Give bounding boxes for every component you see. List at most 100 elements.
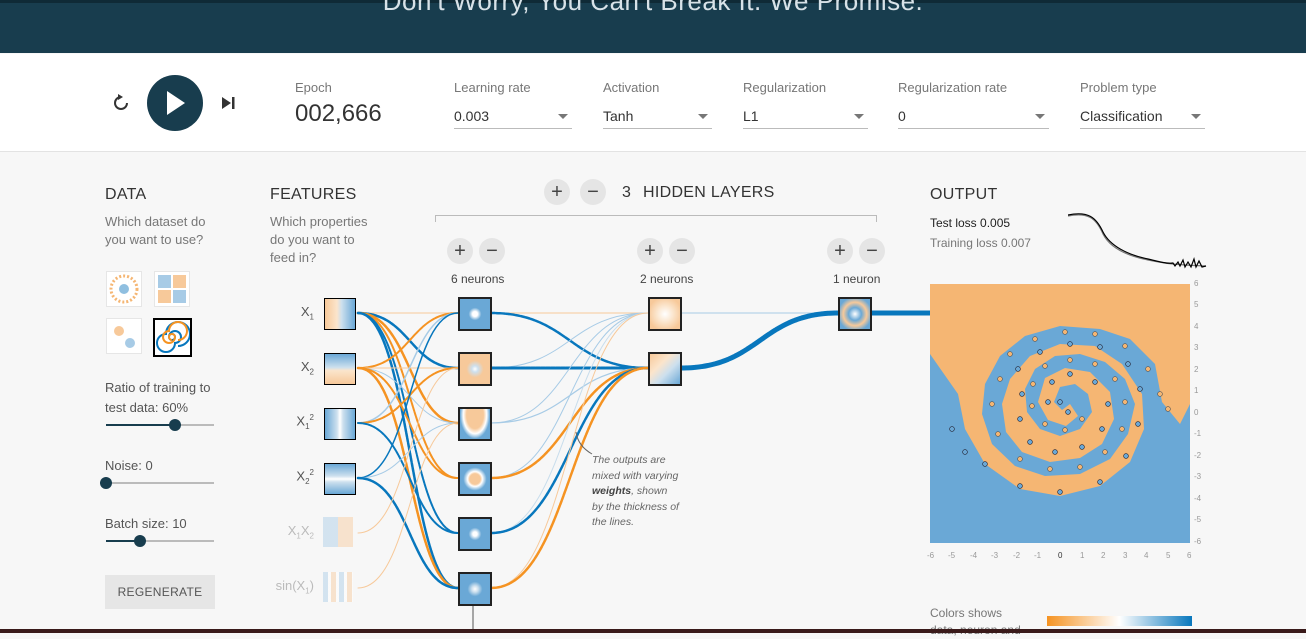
noise-knob[interactable]	[100, 477, 112, 489]
x-tick: -6	[927, 551, 935, 560]
data-question-line1: Which dataset do	[105, 214, 206, 229]
x-tick: 0	[1058, 551, 1063, 560]
y-tick: 2	[1194, 365, 1199, 374]
batch-knob[interactable]	[134, 535, 146, 547]
feature-x1[interactable]	[324, 298, 356, 330]
layer1-remove-neuron[interactable]: −	[479, 238, 505, 264]
feature-x1x2[interactable]	[323, 517, 353, 547]
play-button[interactable]	[147, 75, 203, 131]
data-question-line2: you want to use?	[105, 232, 204, 247]
batch-size-slider[interactable]	[106, 535, 214, 547]
chevron-down-icon	[854, 114, 864, 119]
x-tick: 1	[1080, 551, 1085, 560]
epoch-label: Epoch	[295, 80, 332, 95]
ratio-knob[interactable]	[169, 419, 181, 431]
neuron-1-4[interactable]	[458, 462, 492, 496]
output-y-axis: 6 5 4 3 2 1 0 -1 -2 -3 -4 -5 -6	[1194, 279, 1214, 549]
layer3-remove-neuron[interactable]: −	[859, 238, 885, 264]
neuron-1-5[interactable]	[458, 517, 492, 551]
problem-type-select[interactable]: Classification	[1080, 98, 1205, 129]
noise-slider[interactable]	[100, 477, 214, 489]
feature-x1-label: X1	[300, 304, 314, 322]
neuron-2-2[interactable]	[648, 352, 682, 386]
add-layer-button[interactable]: +	[544, 179, 570, 205]
neuron-1-2[interactable]	[458, 352, 492, 386]
feature-sin-x1[interactable]	[323, 572, 353, 602]
chevron-down-icon	[1035, 114, 1045, 119]
y-tick: 3	[1194, 343, 1199, 352]
neuron-1-6[interactable]	[458, 572, 492, 606]
y-tick: -2	[1194, 451, 1202, 460]
feature-x2[interactable]	[324, 353, 356, 385]
layer2-neuron-count: 2 neurons	[640, 272, 694, 286]
y-tick: -6	[1194, 537, 1202, 546]
note-pointer	[575, 431, 593, 455]
layer2-add-neuron[interactable]: +	[637, 238, 663, 264]
chevron-down-icon	[698, 114, 708, 119]
y-tick: -1	[1194, 429, 1202, 438]
neuron-3-1[interactable]	[838, 297, 872, 331]
dataset-xor[interactable]	[154, 271, 190, 307]
training-loss: Training loss 0.007	[930, 236, 1031, 250]
color-scale-bar	[1047, 616, 1192, 626]
x-tick: 2	[1101, 551, 1106, 560]
note-bold: weights	[592, 485, 632, 497]
reset-button[interactable]	[111, 93, 131, 118]
layer3-add-neuron[interactable]: +	[827, 238, 853, 264]
hidden-layers-count: 3	[622, 184, 632, 201]
header-tagline: Don't Worry, You Can't Break It. We Prom…	[382, 0, 924, 16]
note-line-2: mixed with varying	[592, 469, 679, 482]
neuron-2-1[interactable]	[648, 297, 682, 331]
regularization-rate-label: Regularization rate	[898, 80, 1008, 95]
ratio-slider[interactable]	[106, 419, 214, 431]
regularization-select[interactable]: L1	[743, 98, 868, 129]
neuron-1-3[interactable]	[458, 407, 492, 441]
x-tick: 4	[1144, 551, 1149, 560]
activation-label: Activation	[603, 80, 660, 95]
spiral-dataset-icon	[156, 321, 191, 353]
feature-x1-squared[interactable]	[324, 408, 356, 440]
neuron-1-1[interactable]	[458, 297, 492, 331]
x-tick: 5	[1166, 551, 1171, 560]
play-icon	[167, 91, 185, 115]
step-button[interactable]	[222, 96, 236, 115]
activation-value: Tanh	[603, 108, 634, 124]
regularization-rate-select[interactable]: 0	[898, 98, 1049, 129]
regenerate-button[interactable]: REGENERATE	[105, 575, 215, 609]
problem-type-value: Classification	[1080, 108, 1163, 124]
learning-rate-select[interactable]: 0.003	[454, 98, 572, 129]
colors-legend-line1: Colors shows	[930, 606, 1003, 620]
feature-sinx1-label: sin(X1)	[275, 578, 314, 596]
y-tick: 5	[1194, 300, 1199, 309]
dataset-gauss[interactable]	[106, 318, 142, 354]
remove-layer-button[interactable]: −	[580, 179, 606, 205]
data-title: DATA	[105, 186, 147, 203]
decision-boundary-plot	[930, 284, 1190, 496]
x-tick: -5	[948, 551, 956, 560]
reset-icon	[114, 94, 128, 110]
x-tick: -3	[991, 551, 999, 560]
test-loss: Test loss 0.005	[930, 216, 1010, 230]
dataset-circle[interactable]	[106, 271, 142, 307]
hidden-layers-title: HIDDEN LAYERS	[643, 184, 775, 201]
features-question-line3: feed in?	[270, 250, 317, 265]
regularization-rate-value: 0	[898, 108, 906, 124]
feature-x2-squared[interactable]	[324, 463, 356, 495]
layer1-add-neuron[interactable]: +	[447, 238, 473, 264]
test-loss-value: 0.005	[980, 216, 1011, 230]
ratio-fill	[106, 424, 174, 426]
x-tick: -1	[1034, 551, 1042, 560]
training-loss-label: Training loss	[930, 236, 998, 250]
output-x-axis: -6 -5 -4 -3 -2 -1 0 1 2 3 4 5 6	[927, 551, 1197, 563]
gauss-dataset-icon	[114, 326, 135, 348]
note-line-4: by the thickness of	[592, 500, 679, 513]
noise-label: Noise: 0	[105, 458, 153, 473]
layer2-remove-neuron[interactable]: −	[669, 238, 695, 264]
learning-rate-label: Learning rate	[454, 80, 531, 95]
layer3-neuron-count: 1 neuron	[833, 272, 881, 286]
x-tick: -2	[1013, 551, 1021, 560]
dataset-spiral[interactable]	[153, 318, 192, 357]
problem-type-label: Problem type	[1080, 80, 1157, 95]
activation-select[interactable]: Tanh	[603, 98, 712, 129]
chevron-down-icon	[1191, 114, 1201, 119]
